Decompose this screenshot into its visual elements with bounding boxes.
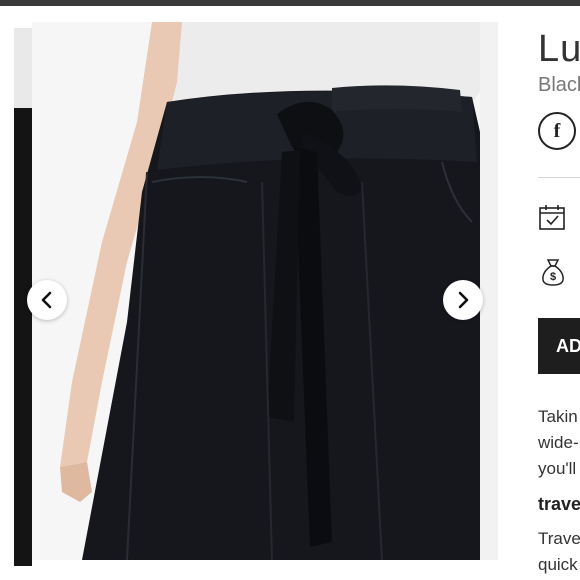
- calendar-check-icon: [539, 205, 565, 230]
- product-title: Lu: [538, 28, 580, 70]
- gallery-previous-button[interactable]: [27, 280, 67, 320]
- facebook-share-button[interactable]: f: [538, 112, 576, 150]
- gallery-next-button[interactable]: [443, 280, 483, 320]
- feature-line: Trave: [538, 529, 580, 548]
- divider: [538, 177, 580, 178]
- product-color: Black: [538, 74, 580, 96]
- facebook-icon: f: [553, 119, 561, 142]
- product-description: Takin wide- you'll: [538, 404, 579, 482]
- description-line: you'll: [538, 459, 577, 478]
- chevron-right-icon: [458, 291, 469, 309]
- product-image-gallery: [0, 6, 510, 580]
- feature-line: quick: [538, 555, 578, 574]
- product-photo: [32, 22, 480, 560]
- next-slide-preview[interactable]: [480, 22, 498, 560]
- money-bag-icon: $: [542, 259, 564, 286]
- preview-pant: [14, 108, 32, 566]
- description-line: wide-: [538, 433, 579, 452]
- chevron-left-icon: [41, 291, 52, 309]
- product-info-panel: Lu Black f $ AD Takin wide- you'll trave…: [512, 6, 580, 580]
- preview-top: [14, 28, 32, 108]
- product-photo-illustration: [32, 22, 480, 560]
- svg-text:$: $: [550, 271, 556, 283]
- feature-description: Trave quick: [538, 526, 580, 578]
- add-to-bag-button[interactable]: AD: [538, 318, 580, 374]
- description-line: Takin: [538, 407, 578, 426]
- feature-title: trave: [538, 494, 580, 514]
